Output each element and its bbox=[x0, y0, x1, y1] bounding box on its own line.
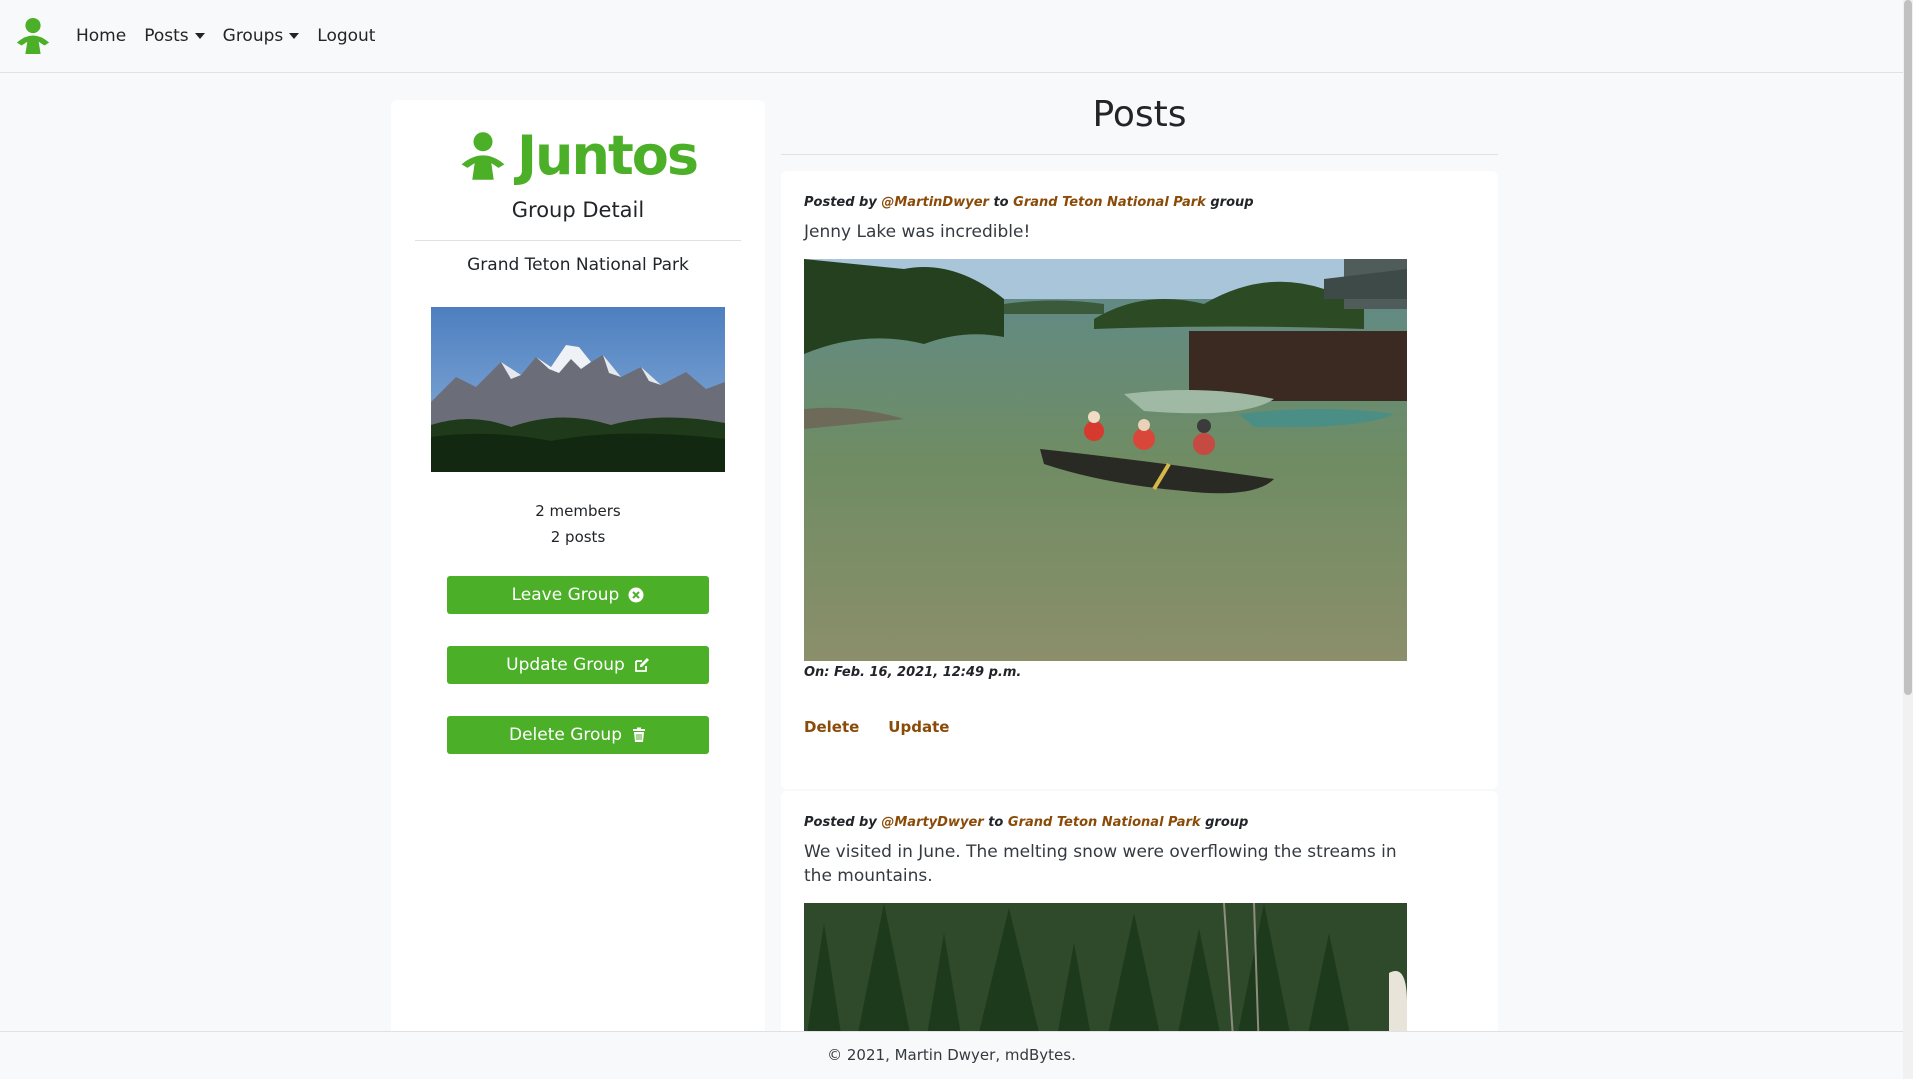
post-text: Jenny Lake was incredible! bbox=[804, 222, 1031, 242]
panel-subtitle: Group Detail bbox=[511, 198, 645, 222]
nav-home-link[interactable]: Home bbox=[76, 26, 126, 46]
post-card: Posted by @MartinDwyer to Grand Teton Na… bbox=[781, 171, 1498, 789]
vertical-scrollbar[interactable] bbox=[1903, 0, 1913, 1079]
author-link[interactable]: @MartinDwyer bbox=[881, 195, 989, 210]
logo-text: Juntos bbox=[516, 124, 699, 187]
delete-group-button[interactable]: Delete Group bbox=[447, 716, 709, 754]
post-text: We visited in June. The melting snow wer… bbox=[804, 842, 1397, 886]
nav-posts-dropdown[interactable]: Posts bbox=[144, 26, 205, 46]
nav-groups-label: Groups bbox=[222, 26, 284, 46]
group-detail-panel: Juntos Group Detail Grand Teton National… bbox=[391, 100, 765, 1040]
post-actions: Delete Update bbox=[804, 718, 1498, 736]
page-title: Posts bbox=[1092, 94, 1187, 135]
top-navbar: Home Posts Groups Logout bbox=[0, 0, 1903, 73]
update-group-button[interactable]: Update Group bbox=[447, 646, 709, 684]
nav-groups-dropdown[interactable]: Groups bbox=[223, 26, 300, 46]
juntos-logo: Juntos bbox=[391, 128, 765, 184]
scrollbar-thumb[interactable] bbox=[1904, 0, 1912, 695]
post-card: Posted by @MartyDwyer to Grand Teton Nat… bbox=[781, 791, 1498, 1053]
divider bbox=[415, 240, 741, 241]
post-count: 2 posts bbox=[550, 528, 606, 546]
group-mountain-image bbox=[431, 307, 725, 472]
group-name: Grand Teton National Park bbox=[467, 255, 689, 275]
group-suffix: group bbox=[1205, 815, 1249, 830]
divider bbox=[781, 154, 1498, 155]
delete-post-link[interactable]: Delete bbox=[804, 718, 859, 736]
posted-by-label: Posted by bbox=[804, 195, 877, 210]
update-group-label: Update Group bbox=[506, 655, 625, 675]
nav-home-label: Home bbox=[76, 26, 127, 46]
group-link[interactable]: Grand Teton National Park bbox=[1013, 195, 1206, 210]
nav-logout-link[interactable]: Logout bbox=[317, 26, 375, 46]
member-count: 2 members bbox=[535, 502, 621, 520]
post-meta: Posted by @MartyDwyer to Grand Teton Nat… bbox=[804, 815, 1498, 830]
nav-logout-label: Logout bbox=[317, 26, 376, 46]
close-circle-icon bbox=[628, 587, 644, 603]
page-footer: © 2021, Martin Dwyer, mdBytes. bbox=[0, 1031, 1903, 1079]
edit-icon bbox=[634, 658, 649, 672]
group-suffix: group bbox=[1210, 195, 1254, 210]
leave-group-label: Leave Group bbox=[511, 585, 620, 605]
delete-group-label: Delete Group bbox=[508, 725, 622, 745]
group-link[interactable]: Grand Teton National Park bbox=[1008, 815, 1201, 830]
person-logo-icon bbox=[461, 132, 505, 180]
post-meta: Posted by @MartinDwyer to Grand Teton Na… bbox=[804, 195, 1498, 210]
post-timestamp: On: Feb. 16, 2021, 12:49 p.m. bbox=[804, 665, 1022, 680]
caret-down-icon bbox=[289, 33, 300, 39]
post-lake-image bbox=[804, 259, 1407, 661]
nav-posts-label: Posts bbox=[144, 26, 189, 46]
leave-group-button[interactable]: Leave Group bbox=[447, 576, 709, 614]
trash-icon bbox=[633, 727, 645, 742]
author-link[interactable]: @MartyDwyer bbox=[881, 815, 983, 830]
posted-by-label: Posted by bbox=[804, 815, 877, 830]
caret-down-icon bbox=[194, 33, 205, 39]
to-label: to bbox=[993, 195, 1009, 210]
update-post-link[interactable]: Update bbox=[888, 718, 949, 736]
brand-logo-icon[interactable] bbox=[14, 17, 52, 55]
copyright-text: © 2021, Martin Dwyer, mdBytes. bbox=[827, 1046, 1076, 1064]
to-label: to bbox=[988, 815, 1004, 830]
